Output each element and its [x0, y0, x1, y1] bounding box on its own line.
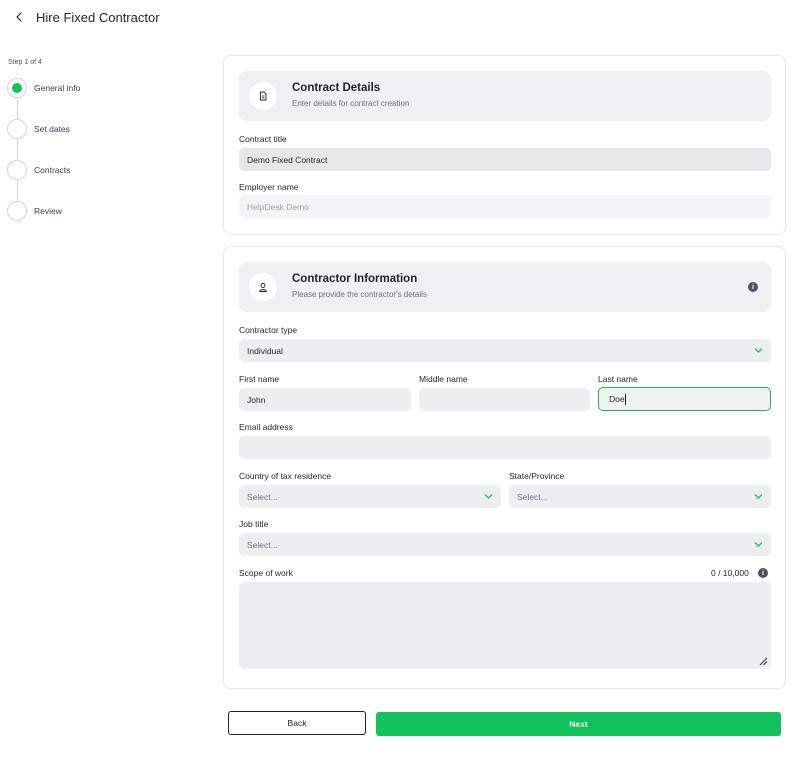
card-subtitle: Enter details for contract creation	[292, 99, 410, 108]
contract-title-value: Demo Fixed Contract	[247, 154, 328, 165]
country-placeholder: Select...	[247, 491, 278, 502]
page-header: Hire Fixed Contractor	[0, 0, 806, 36]
step-indicator	[7, 119, 27, 139]
email-input[interactable]	[239, 436, 771, 459]
user-icon	[249, 273, 277, 301]
step-connector	[16, 139, 18, 160]
step-indicator	[7, 160, 27, 180]
last-name-input[interactable]: Doe	[598, 387, 771, 411]
employer-name-label: Employer name	[239, 182, 299, 192]
chevron-down-icon	[754, 348, 763, 353]
text-cursor	[624, 393, 626, 405]
page-title: Hire Fixed Contractor	[36, 10, 160, 25]
job-title-select[interactable]: Select...	[239, 533, 771, 556]
step-connector	[16, 180, 18, 201]
back-button[interactable]: Back	[228, 711, 366, 735]
step-set-dates[interactable]: Set dates	[7, 119, 187, 139]
character-count: 0 / 10,000	[711, 568, 749, 578]
first-name-label: First name	[239, 374, 280, 384]
step-label: General info	[34, 83, 81, 93]
state-label: State/Province	[509, 471, 565, 481]
info-icon[interactable]: i	[758, 568, 768, 578]
step-indicator	[7, 78, 27, 98]
contract-title-field[interactable]: Demo Fixed Contract	[239, 148, 771, 171]
contractor-type-label: Contractor type	[239, 325, 298, 335]
step-count: Step 1 of 4	[8, 59, 42, 66]
card-subtitle: Please provide the contractor's details	[292, 290, 427, 299]
scope-textarea[interactable]	[239, 582, 771, 669]
document-icon	[249, 82, 277, 110]
chevron-down-icon	[484, 494, 493, 499]
first-name-value: John	[247, 394, 266, 405]
step-contracts[interactable]: Contracts	[7, 160, 187, 180]
step-label: Contracts	[34, 165, 71, 175]
card-title: Contract Details	[292, 82, 381, 94]
info-icon[interactable]: i	[748, 282, 758, 292]
first-name-input[interactable]: John	[239, 388, 411, 411]
card-title: Contractor Information	[292, 273, 418, 285]
employer-name-field: HelpDesk Demo	[239, 195, 771, 218]
contractor-type-value: Individual	[247, 345, 283, 356]
last-name-label: Last name	[598, 374, 638, 384]
middle-name-input[interactable]	[419, 388, 590, 411]
resize-handle-icon[interactable]	[759, 657, 768, 666]
contract-details-header: Contract Details Enter details for contr…	[239, 71, 771, 121]
step-label: Review	[34, 206, 62, 216]
employer-name-value: HelpDesk Demo	[247, 201, 309, 212]
state-select[interactable]: Select...	[509, 485, 771, 508]
country-label: Country of tax residence	[239, 471, 332, 481]
country-select[interactable]: Select...	[239, 485, 501, 508]
next-button[interactable]: Next	[376, 712, 781, 736]
scope-label: Scope of work	[239, 568, 293, 578]
chevron-down-icon	[754, 494, 763, 499]
job-title-placeholder: Select...	[247, 539, 278, 550]
contract-details-card: Contract Details Enter details for contr…	[223, 55, 786, 235]
active-step-dot	[12, 83, 22, 93]
contract-title-label: Contract title	[239, 134, 287, 144]
contractor-type-select[interactable]: Individual	[239, 339, 771, 362]
step-connector	[16, 98, 18, 119]
step-indicator	[7, 201, 27, 221]
step-general-info[interactable]: General info	[7, 78, 187, 98]
state-placeholder: Select...	[517, 491, 548, 502]
contractor-info-card: Contractor Information Please provide th…	[223, 246, 786, 689]
step-review[interactable]: Review	[7, 201, 187, 221]
chevron-down-icon	[754, 542, 763, 547]
middle-name-label: Middle name	[419, 374, 468, 384]
contractor-info-header: Contractor Information Please provide th…	[239, 262, 771, 312]
last-name-value: Doe	[609, 394, 625, 404]
email-label: Email address	[239, 422, 293, 432]
chevron-left-icon[interactable]	[13, 10, 25, 24]
job-title-label: Job title	[239, 519, 269, 529]
step-label: Set dates	[34, 124, 70, 134]
